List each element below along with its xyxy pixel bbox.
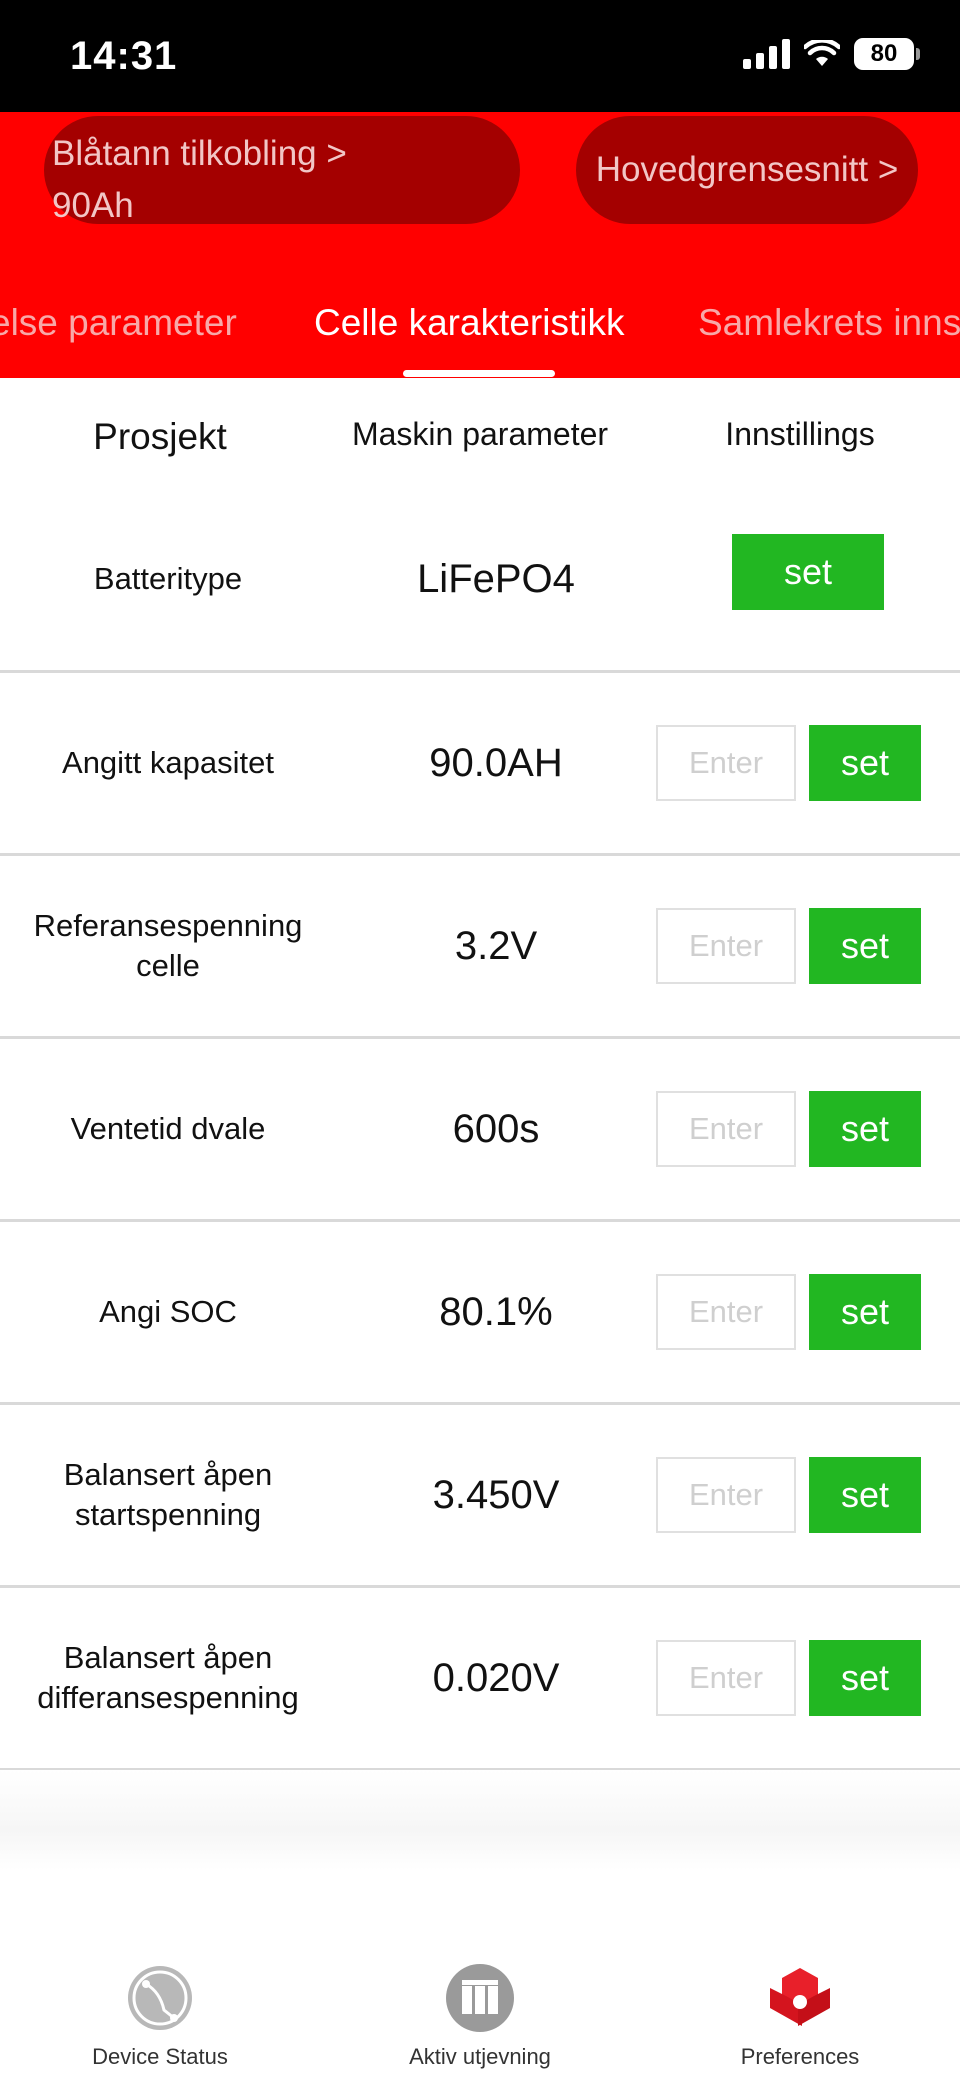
tab-previous[interactable]: else parameter bbox=[0, 302, 237, 344]
set-button[interactable]: set bbox=[809, 1274, 921, 1350]
status-time: 14:31 bbox=[70, 34, 178, 78]
header: Blåtann tilkobling > 90Ah Hovedgrensesni… bbox=[0, 112, 960, 378]
row-value: 3.2V bbox=[454, 923, 538, 968]
status-bar: 14:31 80 bbox=[0, 0, 960, 112]
value-input[interactable] bbox=[656, 1274, 796, 1350]
column-header-project: Prosjekt bbox=[93, 416, 227, 457]
tab-bar: else parameter Celle karakteristikk Saml… bbox=[0, 290, 960, 378]
nav-label: Aktiv utjevning bbox=[409, 2044, 551, 2069]
nav-device-status[interactable]: Device Status bbox=[0, 1870, 320, 2079]
preferences-icon bbox=[770, 1968, 830, 2026]
row-value: 0.020V bbox=[432, 1655, 560, 1700]
main-interface-button[interactable]: Hovedgrensesnitt > bbox=[576, 116, 918, 224]
row-label: Ventetid dvale bbox=[70, 1111, 266, 1146]
value-input[interactable] bbox=[656, 1457, 796, 1533]
table-row: Angitt kapasitet 90.0AH set bbox=[0, 673, 960, 856]
set-button[interactable]: set bbox=[809, 1640, 921, 1716]
battery-level: 80 bbox=[854, 38, 914, 70]
table-row: Referansespenning celle 3.2V set bbox=[0, 856, 960, 1039]
breadcrumb-right-label: Hovedgrensesnitt > bbox=[595, 150, 899, 189]
row-value: 3.450V bbox=[432, 1472, 560, 1517]
battery-icon: 80 bbox=[854, 38, 920, 70]
set-button[interactable]: set bbox=[809, 725, 921, 801]
value-input[interactable] bbox=[656, 1640, 796, 1716]
row-value: 90.0AH bbox=[429, 740, 563, 785]
table-header: Prosjekt Maskin parameter Innstillings bbox=[0, 378, 960, 494]
row-value: 80.1% bbox=[439, 1289, 553, 1334]
nav-label: Preferences bbox=[740, 2044, 860, 2069]
nav-active-balancing[interactable]: Aktiv utjevning bbox=[320, 1870, 640, 2079]
row-label: Batteritype bbox=[93, 561, 243, 596]
set-button[interactable]: set bbox=[732, 534, 884, 610]
column-header-machine-parameter: Maskin parameter bbox=[351, 416, 609, 452]
device-status-icon bbox=[128, 1966, 192, 2030]
tab-next[interactable]: Samlekrets inns bbox=[698, 302, 960, 344]
table-row: Ventetid dvale 600s set bbox=[0, 1039, 960, 1222]
table-row: Batteritype LiFePO4 set bbox=[0, 489, 960, 673]
nav-label: Device Status bbox=[92, 2044, 228, 2069]
row-value: 600s bbox=[452, 1106, 540, 1151]
wifi-icon bbox=[804, 40, 840, 66]
column-header-settings: Innstillings bbox=[725, 416, 875, 452]
status-icons: 80 bbox=[743, 38, 920, 70]
row-label: Angitt kapasitet bbox=[62, 745, 274, 780]
breadcrumb-left-label: Blåtann tilkobling > 90Ah bbox=[52, 134, 347, 225]
row-label: Referansespenning celle bbox=[33, 908, 303, 983]
active-balancing-icon bbox=[446, 1964, 514, 2032]
value-input[interactable] bbox=[656, 1091, 796, 1167]
row-label: Angi SOC bbox=[99, 1294, 237, 1329]
table-row: Angi SOC 80.1% set bbox=[0, 1222, 960, 1405]
row-value: LiFePO4 bbox=[417, 556, 575, 601]
bottom-navigation: Device Status Aktiv utjevning Preference… bbox=[0, 1870, 960, 2079]
set-button[interactable]: set bbox=[809, 1091, 921, 1167]
active-tab-indicator bbox=[403, 370, 555, 377]
table-row: Balansert åpen startspenning 3.450V set bbox=[0, 1405, 960, 1588]
cellular-signal-icon bbox=[743, 39, 790, 69]
scroll-fade bbox=[0, 1770, 960, 1870]
set-button[interactable]: set bbox=[809, 1457, 921, 1533]
set-button[interactable]: set bbox=[809, 908, 921, 984]
tab-cell-characteristics[interactable]: Celle karakteristikk bbox=[314, 302, 624, 344]
nav-preferences[interactable]: Preferences bbox=[640, 1870, 960, 2079]
value-input[interactable] bbox=[656, 908, 796, 984]
table-row: Balansert åpen differansespenning 0.020V… bbox=[0, 1588, 960, 1771]
bluetooth-connection-breadcrumb[interactable]: Blåtann tilkobling > 90Ah bbox=[44, 116, 520, 225]
value-input[interactable] bbox=[656, 725, 796, 801]
row-label: Balansert åpen differansespenning bbox=[37, 1640, 299, 1715]
row-label: Balansert åpen startspenning bbox=[63, 1457, 273, 1532]
